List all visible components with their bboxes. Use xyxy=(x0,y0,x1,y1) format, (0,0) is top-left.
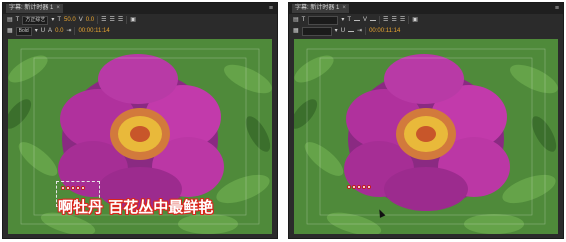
handle[interactable] xyxy=(347,185,351,189)
style-toolbar: ▦ ▾ U ⇥ 00:00:11:14 xyxy=(289,26,563,36)
panel-titlebar: 字幕: 新计时器 1 × ≡ xyxy=(289,3,563,14)
background-video-icon[interactable]: ▣ xyxy=(412,16,418,24)
panel-titlebar: 字幕: 新计时器 1 × ≡ xyxy=(3,3,277,14)
title-tab-label: 字幕: 新计时器 1 xyxy=(295,5,340,11)
leading-icon: A xyxy=(48,28,53,34)
align-right-icon[interactable]: ☰ xyxy=(118,16,123,24)
panel-menu-icon[interactable]: ≡ xyxy=(555,4,559,13)
peony-image xyxy=(294,39,558,234)
chevron-down-icon[interactable]: ▾ xyxy=(335,27,338,35)
handle[interactable] xyxy=(357,185,361,189)
chevron-down-icon[interactable]: ▾ xyxy=(51,16,54,24)
divider xyxy=(408,16,410,24)
title-tab[interactable]: 字幕: 新计时器 1 × xyxy=(292,4,349,13)
handle[interactable] xyxy=(76,186,80,190)
divider xyxy=(365,27,367,35)
divider xyxy=(74,27,76,35)
kerning-icon: V xyxy=(363,17,368,23)
align-center-icon[interactable]: ☰ xyxy=(391,16,396,24)
handle[interactable] xyxy=(66,186,70,190)
font-family-select[interactable] xyxy=(308,15,339,25)
template-icon[interactable]: ▦ xyxy=(7,27,13,35)
title-designer-panel-left: 字幕: 新计时器 1 × ≡ ▤ T 方正综艺 ▾ T 50.0 V 0.0 ☰… xyxy=(2,2,278,239)
tab-stops-icon[interactable]: ⇥ xyxy=(66,27,71,35)
kerning-value[interactable]: 0.0 xyxy=(86,17,94,23)
style-toolbar: ▦ Bold ▾ U A 0.0 ⇥ 00:00:11:14 xyxy=(3,26,277,36)
t-icon[interactable]: T xyxy=(302,16,306,24)
t-icon[interactable]: T xyxy=(16,16,20,24)
font-style-select[interactable]: Bold xyxy=(15,26,32,36)
chevron-down-icon[interactable]: ▾ xyxy=(35,27,38,35)
title-tab-label: 字幕: 新计时器 1 xyxy=(9,5,54,11)
text-bounding-box[interactable] xyxy=(343,181,385,205)
leading-slider[interactable] xyxy=(348,30,355,32)
title-designer-panel-right: 字幕: 新计时器 1 × ≡ ▤ T ▾ T V ☰ ☰ ☰ ▣ ▦ ▾ U ⇥… xyxy=(288,2,564,239)
handle[interactable] xyxy=(81,186,85,190)
kerning-icon: V xyxy=(78,17,83,23)
divider xyxy=(379,16,381,24)
kerning-slider[interactable] xyxy=(370,19,377,21)
align-left-icon[interactable]: ☰ xyxy=(383,16,388,24)
divider xyxy=(97,16,99,24)
handle[interactable] xyxy=(352,185,356,189)
close-icon[interactable]: × xyxy=(342,4,346,13)
font-size-icon: T xyxy=(57,17,62,23)
align-right-icon[interactable]: ☰ xyxy=(400,16,405,24)
roll-crawl-icon[interactable]: ▤ xyxy=(293,16,299,24)
timecode[interactable]: 00:00:11:14 xyxy=(78,28,109,34)
font-size-value[interactable]: 50.0 xyxy=(64,17,76,23)
align-center-icon[interactable]: ☰ xyxy=(109,16,114,24)
font-style-select[interactable] xyxy=(301,26,332,36)
font-toolbar: ▤ T ▾ T V ☰ ☰ ☰ ▣ xyxy=(289,15,563,25)
close-icon[interactable]: × xyxy=(56,4,60,13)
align-left-icon[interactable]: ☰ xyxy=(101,16,106,24)
underline-icon[interactable]: U xyxy=(41,27,45,35)
text-handles xyxy=(347,185,371,189)
handle[interactable] xyxy=(367,185,371,189)
title-tab[interactable]: 字幕: 新计时器 1 × xyxy=(6,4,63,13)
leading-value[interactable]: 0.0 xyxy=(55,28,63,34)
font-family-select[interactable]: 方正综艺 xyxy=(22,15,49,25)
font-toolbar: ▤ T 方正综艺 ▾ T 50.0 V 0.0 ☰ ☰ ☰ ▣ xyxy=(3,15,277,25)
handle[interactable] xyxy=(61,186,65,190)
panel-menu-icon[interactable]: ≡ xyxy=(269,4,273,13)
template-icon[interactable]: ▦ xyxy=(293,27,299,35)
italic-icon[interactable]: T xyxy=(347,16,351,24)
handle[interactable] xyxy=(71,186,75,190)
video-preview[interactable] xyxy=(294,39,558,234)
handle[interactable] xyxy=(362,185,366,189)
video-preview[interactable]: 啊牡丹 百花丛中最鲜艳 xyxy=(8,39,272,234)
background-video-icon[interactable]: ▣ xyxy=(130,16,136,24)
chevron-down-icon[interactable]: ▾ xyxy=(341,16,344,24)
tab-stops-icon[interactable]: ⇥ xyxy=(357,27,362,35)
size-slider[interactable] xyxy=(354,19,361,21)
roll-crawl-icon[interactable]: ▤ xyxy=(7,16,13,24)
underline-icon[interactable]: U xyxy=(341,27,345,35)
divider xyxy=(126,16,128,24)
title-caption[interactable]: 啊牡丹 百花丛中最鲜艳 xyxy=(58,196,213,217)
timecode[interactable]: 00:00:11:14 xyxy=(369,28,400,34)
text-handles xyxy=(61,186,85,190)
